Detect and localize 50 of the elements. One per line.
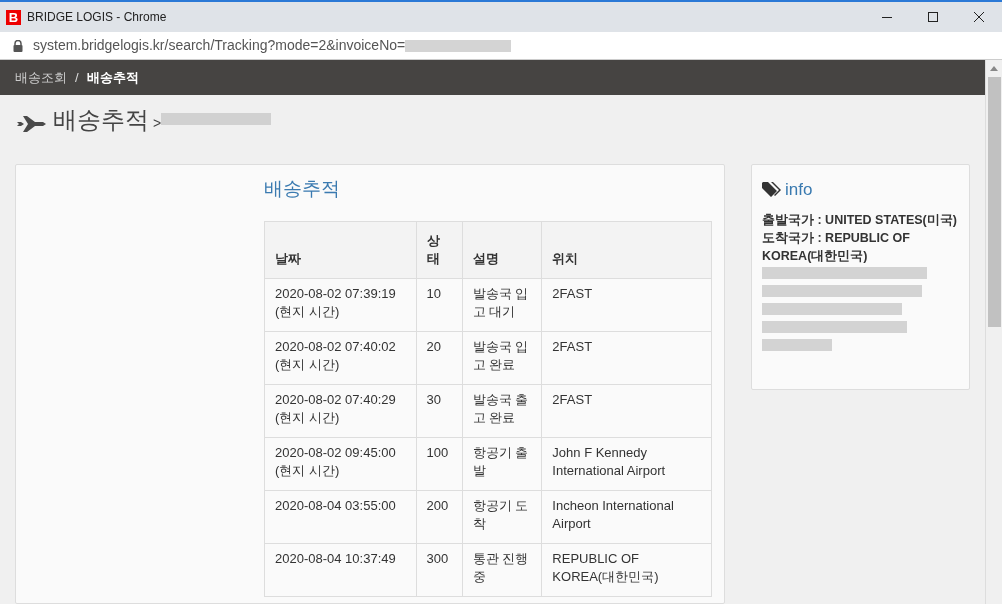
table-cell: 2020-08-04 10:37:49 [264, 543, 417, 597]
table-cell: 2020-08-02 09:45:00 (현지 시간) [264, 437, 417, 491]
lock-icon [13, 39, 23, 52]
table-cell: 발송국 입고 완료 [462, 331, 542, 385]
table-cell: 2020-08-02 07:39:19 (현지 시간) [264, 278, 417, 332]
table-cell: 발송국 입고 대기 [462, 278, 542, 332]
info-text: 출발국가 : UNITED STATES(미국) [762, 211, 958, 229]
minimize-icon [882, 16, 892, 18]
table-cell: REPUBLIC OF KOREA(대한민국) [541, 543, 712, 597]
window-title: BRIDGE LOGIS - Chrome [27, 9, 167, 26]
scroll-up-icon [990, 66, 998, 71]
page-title: 배송추적 [53, 105, 149, 135]
table-cell: 통관 진행중 [462, 543, 542, 597]
section-title: 배송추적 [264, 177, 341, 201]
table-cell: 2020-08-02 07:40:29 (현지 시간) [264, 384, 417, 438]
url-text: system.bridgelogis.kr/search/Tracking?mode=2&invoiceNo= [33, 36, 406, 55]
table-cell: 항공기 도착 [462, 490, 542, 544]
table-cell: 30 [416, 384, 463, 438]
column-header: 설명 [462, 221, 542, 279]
info-text: 도착국가 : REPUBLIC OF KOREA(대한민국) [762, 229, 911, 265]
column-header: 날짜 [264, 221, 417, 279]
breadcrumb-link[interactable]: 배송추적 [86, 67, 139, 88]
table-cell: 20 [416, 331, 463, 385]
breadcrumb-separator: / [75, 68, 79, 87]
maximize-icon [928, 12, 938, 22]
table-cell: 300 [416, 543, 463, 597]
table-cell: 200 [416, 490, 463, 544]
table-cell: 2020-08-02 07:40:02 (현지 시간) [264, 331, 417, 385]
table-cell: 10 [416, 278, 463, 332]
column-header: 상태 [416, 221, 463, 279]
close-icon [974, 12, 984, 22]
scroll-thumb[interactable] [987, 77, 1001, 327]
info-title: info [785, 179, 813, 201]
table-cell: 2020-08-04 03:55:00 [264, 490, 417, 544]
table-cell: 2FAST [541, 331, 712, 385]
table-cell: 2FAST [541, 278, 712, 332]
table-cell: Incheon International Airport [541, 490, 712, 544]
title-separator: > [153, 114, 162, 133]
table-cell: 발송국 출고 완료 [462, 384, 542, 438]
table-cell: 100 [416, 437, 463, 491]
scrollbar[interactable] [985, 60, 1002, 604]
redacted-text [762, 338, 832, 351]
table-cell: 항공기 출발 [462, 437, 542, 491]
table-cell: John F Kennedy International Airport [541, 437, 712, 491]
breadcrumb-link[interactable]: 배송조회 [15, 67, 67, 88]
table-cell: 2FAST [541, 384, 712, 438]
app-logo: B [6, 9, 21, 25]
tags-icon [762, 181, 781, 198]
column-header: 위치 [541, 221, 712, 279]
airplane-icon [17, 116, 46, 132]
